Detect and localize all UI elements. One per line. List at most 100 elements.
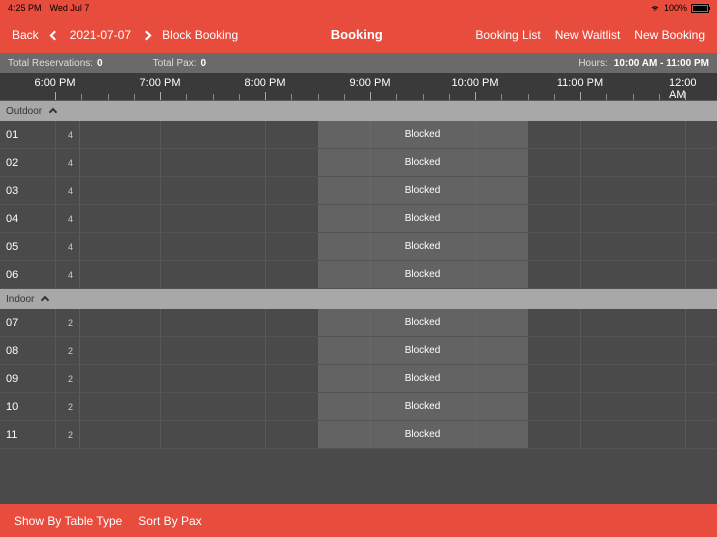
- table-row[interactable]: 10 2 Blocked: [0, 393, 717, 421]
- row-label: 02 4: [0, 149, 80, 176]
- table-capacity: 4: [68, 130, 73, 140]
- wifi-icon: [650, 4, 660, 12]
- blocked-range[interactable]: Blocked: [318, 337, 528, 364]
- row-label: 10 2: [0, 393, 80, 420]
- table-id: 10: [6, 401, 18, 413]
- table-capacity: 2: [68, 402, 73, 412]
- booking-list-button[interactable]: Booking List: [475, 28, 540, 42]
- pax-value: 0: [201, 58, 207, 69]
- table-id: 02: [6, 157, 18, 169]
- table-id: 08: [6, 345, 18, 357]
- row-label: 07 2: [0, 309, 80, 336]
- time-label: 7:00 PM: [140, 77, 181, 89]
- blocked-range[interactable]: Blocked: [318, 205, 528, 232]
- next-date-button[interactable]: [143, 28, 150, 42]
- chevron-up-icon: [49, 108, 57, 116]
- row-body[interactable]: Blocked: [80, 205, 717, 232]
- time-label: 8:00 PM: [245, 77, 286, 89]
- time-label: 6:00 PM: [35, 77, 76, 89]
- new-waitlist-button[interactable]: New Waitlist: [555, 28, 621, 42]
- blocked-range[interactable]: Blocked: [318, 309, 528, 336]
- table-capacity: 2: [68, 318, 73, 328]
- row-body[interactable]: Blocked: [80, 261, 717, 288]
- table-id: 03: [6, 185, 18, 197]
- row-label: 09 2: [0, 365, 80, 392]
- show-by-table-type-button[interactable]: Show By Table Type: [14, 514, 122, 528]
- blocked-range[interactable]: Blocked: [318, 393, 528, 420]
- section-header[interactable]: Outdoor: [0, 101, 717, 121]
- table-capacity: 2: [68, 346, 73, 356]
- blocked-range[interactable]: Blocked: [318, 421, 528, 448]
- blocked-range[interactable]: Blocked: [318, 233, 528, 260]
- blocked-range[interactable]: Blocked: [318, 177, 528, 204]
- table-row[interactable]: 07 2 Blocked: [0, 309, 717, 337]
- row-body[interactable]: Blocked: [80, 233, 717, 260]
- new-booking-button[interactable]: New Booking: [634, 28, 705, 42]
- table-row[interactable]: 05 4 Blocked: [0, 233, 717, 261]
- status-date: Wed Jul 7: [50, 3, 90, 13]
- table-id: 11: [6, 429, 17, 441]
- status-time: 4:25 PM: [8, 3, 42, 13]
- table-capacity: 4: [68, 186, 73, 196]
- chevron-right-icon: [142, 30, 152, 40]
- sort-by-pax-button[interactable]: Sort By Pax: [138, 514, 201, 528]
- table-id: 04: [6, 213, 18, 225]
- table-row[interactable]: 11 2 Blocked: [0, 421, 717, 449]
- section-header[interactable]: Indoor: [0, 289, 717, 309]
- row-label: 03 4: [0, 177, 80, 204]
- blocked-range[interactable]: Blocked: [318, 261, 528, 288]
- reservations-value: 0: [97, 58, 103, 69]
- pax-label: Total Pax:: [153, 58, 197, 69]
- table-id: 07: [6, 317, 18, 329]
- blocked-range[interactable]: Blocked: [318, 149, 528, 176]
- section-name: Indoor: [6, 294, 34, 305]
- row-body[interactable]: Blocked: [80, 177, 717, 204]
- row-body[interactable]: Blocked: [80, 393, 717, 420]
- table-row[interactable]: 064 Blocked: [0, 261, 717, 289]
- table-row[interactable]: 09 2 Blocked: [0, 365, 717, 393]
- table-row[interactable]: 01 4 Blocked: [0, 121, 717, 149]
- table-id: 05: [6, 241, 18, 253]
- battery-icon: [691, 4, 709, 13]
- block-booking-button[interactable]: Block Booking: [162, 28, 238, 42]
- time-label: 9:00 PM: [350, 77, 391, 89]
- info-bar: Total Reservations: 0 Total Pax: 0 Hours…: [0, 53, 717, 73]
- row-label: 064: [0, 261, 80, 288]
- row-body[interactable]: Blocked: [80, 421, 717, 448]
- row-body[interactable]: Blocked: [80, 149, 717, 176]
- table-row[interactable]: 03 4 Blocked: [0, 177, 717, 205]
- status-bar: 4:25 PM Wed Jul 7 100%: [0, 0, 717, 16]
- row-label: 05 4: [0, 233, 80, 260]
- table-capacity: 4: [68, 242, 73, 252]
- table-row[interactable]: 04 4 Blocked: [0, 205, 717, 233]
- table-id: 01: [6, 129, 18, 141]
- table-row[interactable]: 08 2 Blocked: [0, 337, 717, 365]
- table-id: 09: [6, 373, 18, 385]
- blocked-range[interactable]: Blocked: [318, 365, 528, 392]
- blocked-range[interactable]: Blocked: [318, 121, 528, 148]
- back-button[interactable]: Back: [12, 28, 39, 42]
- prev-date-button[interactable]: [51, 28, 58, 42]
- table-capacity: 4: [68, 270, 73, 280]
- table-row[interactable]: 02 4 Blocked: [0, 149, 717, 177]
- chevron-up-icon: [41, 296, 49, 304]
- table-capacity: 4: [68, 158, 73, 168]
- bottom-bar: Show By Table Type Sort By Pax: [0, 504, 717, 537]
- date-picker[interactable]: 2021-07-07: [70, 28, 131, 42]
- row-body[interactable]: Blocked: [80, 365, 717, 392]
- row-body[interactable]: Blocked: [80, 309, 717, 336]
- table-capacity: 4: [68, 214, 73, 224]
- row-body[interactable]: Blocked: [80, 337, 717, 364]
- row-label: 08 2: [0, 337, 80, 364]
- nav-bar: Back 2021-07-07 Block Booking Booking Bo…: [0, 16, 717, 53]
- table-capacity: 2: [68, 374, 73, 384]
- timeline-body[interactable]: Outdoor 01 4 Blocked 02 4 Blocked 03 4 Blocked 04 4…: [0, 101, 717, 449]
- timeline-header: 6:00 PM7:00 PM8:00 PM9:00 PM10:00 PM11:0…: [0, 73, 717, 101]
- page-title: Booking: [238, 27, 475, 42]
- chevron-left-icon: [49, 30, 59, 40]
- row-label: 04 4: [0, 205, 80, 232]
- row-body[interactable]: Blocked: [80, 121, 717, 148]
- hours-value: 10:00 AM - 11:00 PM: [614, 58, 709, 69]
- table-capacity: 2: [68, 430, 73, 440]
- section-name: Outdoor: [6, 106, 42, 117]
